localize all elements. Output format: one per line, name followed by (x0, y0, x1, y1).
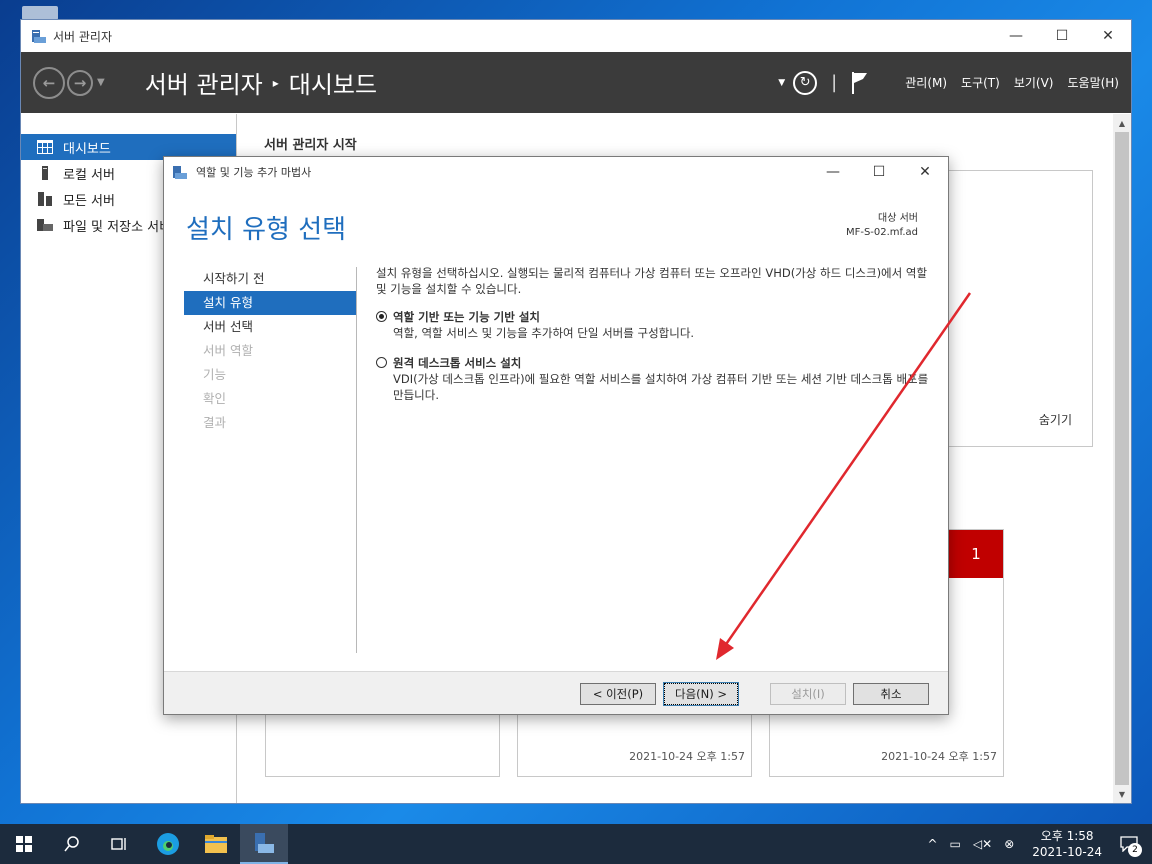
dashboard-icon (37, 140, 53, 154)
step-features: 기능 (203, 367, 227, 382)
dialog-close-button[interactable]: ✕ (902, 157, 948, 187)
volume-muted-icon[interactable]: ◁✕ (973, 837, 992, 851)
search-button[interactable] (48, 824, 96, 864)
app-header: ← → ▼ 서버 관리자 ▸ 대시보드 ▼ ↻ | 관리(M) 도구(T) 보기… (21, 52, 1131, 113)
server-manager-taskbar-button[interactable] (240, 824, 288, 864)
menu-help[interactable]: 도움말(H) (1067, 74, 1119, 91)
wizard-step-nav: 시작하기 전 설치 유형 서버 선택 서버 역할 기능 확인 결과 (184, 267, 356, 435)
action-center-button[interactable]: 2 (1114, 829, 1144, 859)
menu-tools[interactable]: 도구(T) (961, 74, 1000, 91)
option-role-based[interactable]: 역할 기반 또는 기능 기반 설치 역할, 역할 서비스 및 기능을 추가하여 … (376, 309, 936, 341)
cancel-button[interactable]: 취소 (853, 683, 929, 705)
role-based-radio[interactable] (376, 311, 387, 322)
edge-button[interactable] (144, 824, 192, 864)
taskbar: ^ ▭ ◁✕ ⊗ 오후 1:58 2021-10-24 2 (0, 824, 1152, 864)
network-icon[interactable]: ▭ (950, 837, 961, 851)
file-storage-icon (37, 219, 53, 231)
system-tray: ^ ▭ ◁✕ ⊗ 오후 1:58 2021-10-24 2 (921, 824, 1152, 864)
scroll-up-icon[interactable]: ▲ (1113, 114, 1131, 132)
desktop-icon[interactable] (22, 6, 58, 20)
install-button: 설치(I) (770, 683, 846, 705)
window-titlebar[interactable]: 서버 관리자 — ☐ ✕ (21, 20, 1131, 52)
intro-text: 설치 유형을 선택하십시오. 실행되는 물리적 컴퓨터나 가상 컴퓨터 또는 오… (376, 266, 928, 296)
hide-link[interactable]: 숨기기 (1039, 411, 1072, 428)
all-servers-icon (38, 192, 52, 206)
destination-server: 대상 서버 MF-S-02.mf.ad (846, 212, 918, 240)
close-button[interactable]: ✕ (1085, 20, 1131, 52)
previous-button[interactable]: < 이전(P) (580, 683, 656, 705)
breadcrumb: 서버 관리자 ▸ 대시보드 (145, 65, 377, 100)
tile-timestamp: 2021-10-24 오후 1:57 (629, 750, 745, 763)
back-button[interactable]: ← (33, 66, 65, 99)
wizard-heading: 설치 유형 선택 (186, 215, 347, 245)
remote-desktop-radio[interactable] (376, 357, 387, 368)
vertical-scrollbar[interactable]: ▲ ▼ (1113, 114, 1131, 803)
window-title: 서버 관리자 (53, 29, 113, 44)
add-roles-wizard-dialog: 역할 및 기능 추가 마법사 — ☐ ✕ 설치 유형 선택 대상 서버 MF-S… (163, 156, 949, 715)
search-icon (64, 836, 79, 852)
minimize-button[interactable]: — (993, 20, 1039, 52)
dialog-footer: < 이전(P) 다음(N) > 설치(I) 취소 (164, 671, 948, 714)
dialog-titlebar[interactable]: 역할 및 기능 추가 마법사 — ☐ ✕ (164, 157, 948, 187)
refresh-dropdown[interactable]: ▼ (778, 78, 785, 88)
windows-logo-icon (16, 836, 32, 852)
scroll-thumb[interactable] (1115, 132, 1129, 785)
server-manager-icon (255, 833, 274, 853)
breadcrumb-page: 대시보드 (288, 71, 378, 99)
breadcrumb-separator: ▸ (272, 75, 279, 90)
page-title: 서버 관리자 시작 (264, 138, 357, 153)
step-before-you-begin[interactable]: 시작하기 전 (184, 267, 356, 291)
destination-label: 대상 서버 (878, 213, 918, 224)
breadcrumb-root[interactable]: 서버 관리자 (145, 65, 263, 100)
wizard-app-icon (173, 166, 187, 179)
status-error-icon[interactable]: ⊗ (1004, 837, 1014, 851)
step-results: 결과 (203, 415, 227, 430)
sidebar-item-label: 대시보드 (63, 141, 111, 157)
nav-history-dropdown[interactable]: ▼ (97, 77, 105, 88)
next-button[interactable]: 다음(N) > (663, 682, 739, 706)
server-manager-icon (32, 30, 46, 43)
option-remote-desktop[interactable]: 원격 데스크톱 서비스 설치 VDI(가상 데스크톱 인프라)에 필요한 역할 … (376, 355, 936, 403)
step-installation-type[interactable]: 설치 유형 (184, 291, 356, 315)
destination-value: MF-S-02.mf.ad (845, 227, 918, 238)
clock-time: 오후 1:58 (1040, 829, 1094, 843)
chevron-up-icon[interactable]: ^ (927, 837, 937, 851)
notification-count: 2 (1128, 843, 1142, 857)
dialog-maximize-button[interactable]: ☐ (856, 157, 902, 187)
sidebar-item-label: 모든 서버 (63, 193, 115, 209)
file-explorer-button[interactable] (192, 824, 240, 864)
forward-button[interactable]: → (67, 69, 93, 96)
menu-manage[interactable]: 관리(M) (905, 74, 947, 91)
step-confirmation: 확인 (203, 391, 227, 406)
option-title: 역할 기반 또는 기능 기반 설치 (393, 310, 540, 324)
edge-browser-icon (157, 833, 179, 855)
step-server-selection[interactable]: 서버 선택 (184, 315, 356, 339)
step-server-roles: 서버 역할 (203, 343, 253, 358)
local-server-icon (42, 166, 48, 180)
menu-view[interactable]: 보기(V) (1014, 74, 1054, 91)
clock[interactable]: 오후 1:58 2021-10-24 (1032, 828, 1102, 860)
option-desc: 역할, 역할 서비스 및 기능을 추가하여 단일 서버를 구성합니다. (393, 326, 695, 340)
tile-timestamp: 2021-10-24 오후 1:57 (881, 750, 997, 763)
refresh-icon[interactable]: ↻ (793, 70, 818, 95)
task-view-icon (111, 838, 126, 850)
dialog-title: 역할 및 기능 추가 마법사 (196, 166, 312, 179)
divider: | (831, 72, 838, 93)
dialog-minimize-button[interactable]: — (810, 157, 856, 187)
notifications-flag-icon[interactable] (851, 71, 869, 95)
start-button[interactable] (0, 824, 48, 864)
option-desc: VDI(가상 데스크톱 인프라)에 필요한 역할 서비스를 설치하여 가상 컴퓨… (393, 372, 929, 402)
maximize-button[interactable]: ☐ (1039, 20, 1085, 52)
alert-count-badge[interactable]: 1 (949, 530, 1003, 578)
task-view-button[interactable] (96, 824, 144, 864)
option-title: 원격 데스크톱 서비스 설치 (393, 356, 522, 370)
nav-divider (356, 267, 357, 653)
sidebar-item-label: 로컬 서버 (63, 167, 115, 183)
scroll-down-icon[interactable]: ▼ (1113, 785, 1131, 803)
clock-date: 2021-10-24 (1032, 845, 1102, 859)
folder-icon (205, 835, 227, 853)
wizard-content: 설치 유형을 선택하십시오. 실행되는 물리적 컴퓨터나 가상 컴퓨터 또는 오… (376, 265, 936, 417)
